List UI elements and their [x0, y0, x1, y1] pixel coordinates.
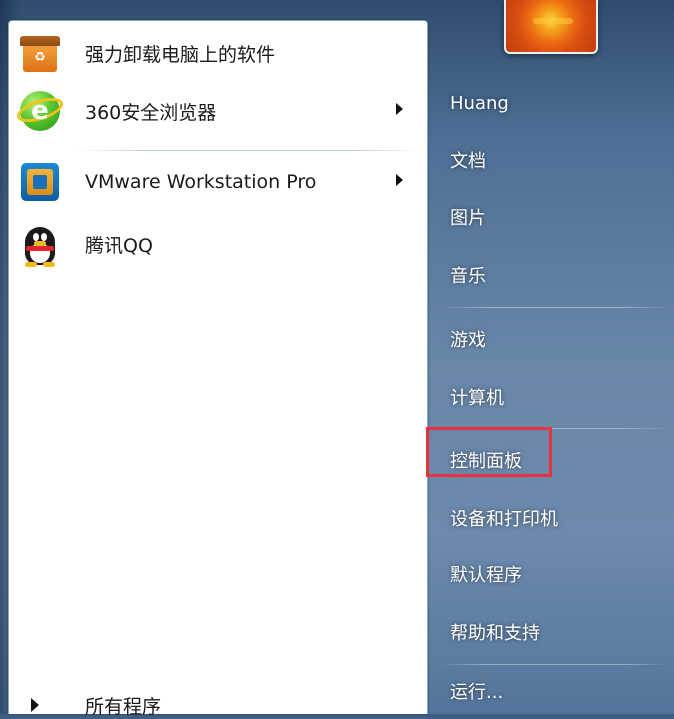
program-item-360-browser[interactable]: e 360安全浏览器	[14, 85, 417, 137]
default-programs-link[interactable]: 默认程序	[440, 557, 660, 591]
start-menu: ♻ 强力卸载电脑上的软件 e 360安全浏览器 VMware Workstati…	[0, 0, 674, 718]
flower-petal-decoration	[533, 18, 573, 24]
submenu-arrow-icon[interactable]	[396, 103, 403, 115]
menu-separator	[440, 307, 670, 308]
all-programs-button[interactable]: 所有程序	[31, 691, 411, 719]
qq-penguin-icon	[17, 221, 63, 267]
uninstall-box-icon: ♻	[17, 30, 63, 76]
arrow-right-icon	[31, 698, 39, 712]
computer-link[interactable]: 计算机	[440, 380, 660, 414]
pinned-programs-pane: ♻ 强力卸载电脑上的软件 e 360安全浏览器 VMware Workstati…	[8, 20, 428, 718]
program-label: 强力卸载电脑上的软件	[85, 43, 276, 66]
user-account-picture[interactable]	[504, 0, 598, 54]
help-and-support-link[interactable]: 帮助和支持	[440, 615, 660, 649]
vmware-icon	[17, 159, 63, 205]
program-separator	[77, 150, 421, 151]
menu-separator	[440, 664, 670, 665]
games-link[interactable]: 游戏	[440, 322, 660, 356]
user-folder-link[interactable]: Huang	[440, 86, 660, 120]
devices-and-printers-link[interactable]: 设备和打印机	[440, 501, 660, 535]
pictures-link[interactable]: 图片	[440, 200, 660, 234]
submenu-arrow-icon[interactable]	[396, 174, 403, 186]
run-link[interactable]: 运行...	[440, 674, 660, 708]
program-item-qq[interactable]: 腾讯QQ	[17, 218, 417, 270]
program-label: VMware Workstation Pro	[85, 171, 317, 193]
all-programs-label: 所有程序	[85, 695, 162, 718]
documents-link[interactable]: 文档	[440, 143, 660, 177]
360-browser-icon: e	[14, 88, 66, 134]
program-label: 腾讯QQ	[85, 234, 153, 257]
program-label: 360安全浏览器	[85, 101, 217, 124]
control-panel-highlight-box	[426, 427, 552, 477]
program-item-vmware[interactable]: VMware Workstation Pro	[17, 156, 417, 208]
program-item-uninstaller[interactable]: ♻ 强力卸载电脑上的软件	[17, 27, 417, 79]
music-link[interactable]: 音乐	[440, 258, 660, 292]
